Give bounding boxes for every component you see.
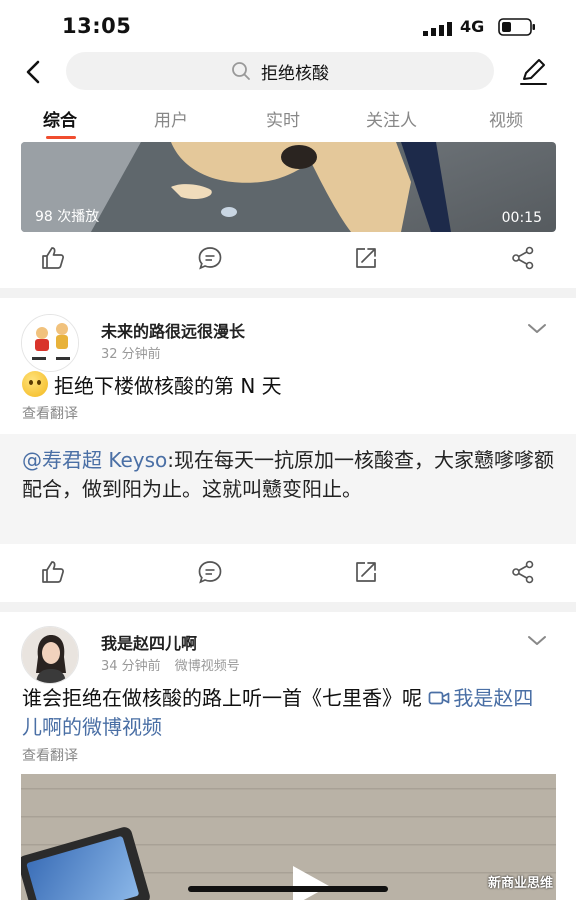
back-icon[interactable] [20, 58, 48, 86]
video-frame-tablet [21, 825, 152, 900]
play-count: 98 次播放 [35, 209, 100, 225]
network-label: 4G [460, 17, 485, 36]
video-frame-dog [21, 142, 451, 232]
search-query: 拒绝核酸 [261, 63, 329, 84]
share-icon[interactable] [510, 559, 536, 585]
post-actions [0, 546, 576, 596]
smile-emoji-icon [22, 371, 48, 397]
status-time: 13:05 [62, 14, 132, 38]
post-text-content: 谁会拒绝在做核酸的路上听一首《七里香》呢 [22, 686, 422, 710]
play-icon[interactable] [293, 866, 329, 900]
battery-icon [498, 18, 535, 36]
comment-icon[interactable] [197, 245, 223, 271]
status-bar: 13:05 4G [0, 0, 576, 52]
post-text: 谁会拒绝在做核酸的路上听一首《七里香》呢 我是赵四儿啊的微博视频 [22, 684, 552, 742]
repost-icon[interactable] [353, 559, 379, 585]
mention-link[interactable]: @寿君超 Keyso [22, 448, 167, 472]
avatar[interactable] [21, 626, 79, 684]
signal-icon [423, 22, 452, 36]
repost-text: @寿君超 Keyso:现在每天一抗原加一核酸查，大家戆嗲嗲额配合，做到阳为止。这… [22, 446, 558, 504]
like-icon[interactable] [40, 245, 66, 271]
search-input[interactable]: 拒绝核酸 [66, 52, 494, 90]
chevron-down-icon[interactable] [526, 322, 548, 336]
post-actions [0, 232, 576, 282]
translate-link[interactable]: 查看翻译 [22, 745, 78, 765]
edit-icon[interactable] [517, 56, 549, 88]
avatar-cartoon [22, 315, 78, 371]
post-text-content: 拒绝下楼做核酸的第 N 天 [54, 374, 282, 398]
search-header: 拒绝核酸 [0, 52, 576, 92]
search-icon [232, 62, 250, 80]
search-tabs: 综合 用户 实时 关注人 视频 [0, 96, 576, 140]
post-text: 拒绝下楼做核酸的第 N 天 [22, 371, 552, 401]
video-duration: 00:15 [501, 210, 542, 226]
repost-block[interactable]: @寿君超 Keyso:现在每天一抗原加一核酸查，大家戆嗲嗲额配合，做到阳为止。这… [0, 434, 576, 544]
chevron-down-icon[interactable] [526, 634, 548, 648]
tab-users[interactable]: 用户 [154, 106, 188, 131]
watermark: 新商业思维 [488, 876, 554, 891]
repost-icon[interactable] [353, 245, 379, 271]
post-header: 我是赵四儿啊 34 分钟前 微博视频号 [0, 626, 576, 686]
video-camera-icon [429, 691, 450, 705]
home-indicator [188, 886, 388, 892]
post-header: 未来的路很远很漫长 32 分钟前 [0, 314, 576, 374]
tab-comprehensive[interactable]: 综合 [43, 106, 77, 131]
post-username[interactable]: 我是赵四儿啊 [101, 630, 197, 654]
tab-video[interactable]: 视频 [489, 106, 523, 131]
post-time: 32 分钟前 [101, 347, 161, 362]
video-thumbnail[interactable] [21, 774, 556, 900]
avatar[interactable] [21, 314, 79, 372]
post-username[interactable]: 未来的路很远很漫长 [101, 318, 245, 342]
post-time: 34 分钟前 [101, 659, 161, 674]
video-thumbnail[interactable]: 98 次播放 00:15 [21, 142, 556, 232]
translate-link[interactable]: 查看翻译 [22, 403, 78, 423]
tab-following[interactable]: 关注人 [366, 106, 417, 131]
avatar-photo [22, 627, 78, 683]
comment-icon[interactable] [197, 559, 223, 585]
post-source[interactable]: 微博视频号 [175, 659, 240, 674]
share-icon[interactable] [510, 245, 536, 271]
feed-divider [0, 288, 576, 298]
feed-divider [0, 602, 576, 612]
tab-realtime[interactable]: 实时 [266, 106, 300, 131]
active-tab-indicator [46, 136, 76, 139]
post-meta: 34 分钟前 微博视频号 [101, 655, 240, 674]
like-icon[interactable] [40, 559, 66, 585]
